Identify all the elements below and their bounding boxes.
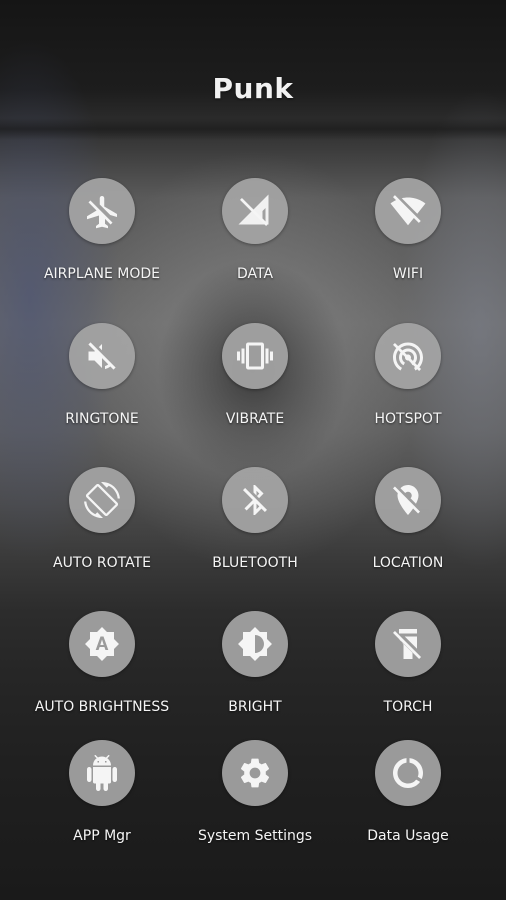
toggle-label: AIRPLANE MODE	[43, 266, 161, 282]
shortcut-app-manager[interactable]: APP Mgr	[18, 740, 186, 844]
toggle-label: System Settings	[197, 828, 313, 844]
toggle-label: HOTSPOT	[374, 411, 442, 427]
android-icon	[69, 740, 135, 806]
toggle-label: BLUETOOTH	[212, 555, 298, 571]
volume-off-icon	[69, 323, 135, 389]
toggle-label: Data Usage	[367, 828, 449, 844]
toggle-auto-rotate[interactable]: AUTO ROTATE	[18, 467, 186, 571]
hotspot-off-icon	[375, 323, 441, 389]
toggle-grid: AIRPLANE MODE DATA WIFI RINGTONE VIBRATE…	[0, 0, 506, 900]
toggle-data[interactable]: DATA	[171, 178, 339, 282]
toggle-label: DATA	[236, 266, 274, 282]
toggle-torch[interactable]: TORCH	[324, 611, 492, 715]
toggle-label: TORCH	[383, 699, 433, 715]
toggle-bright[interactable]: BRIGHT	[171, 611, 339, 715]
toggle-wifi[interactable]: WIFI	[324, 178, 492, 282]
gear-icon	[222, 740, 288, 806]
auto-brightness-icon	[69, 611, 135, 677]
mobile-data-off-icon	[222, 178, 288, 244]
toggle-label: APP Mgr	[73, 828, 131, 844]
toggle-label: BRIGHT	[228, 699, 282, 715]
toggle-auto-brightness[interactable]: AUTO BRIGHTNESS	[18, 611, 186, 715]
toggle-vibrate[interactable]: VIBRATE	[171, 323, 339, 427]
toggle-label: WIFI	[392, 266, 424, 282]
toggle-location[interactable]: LOCATION	[324, 467, 492, 571]
bluetooth-off-icon	[222, 467, 288, 533]
location-off-icon	[375, 467, 441, 533]
toggle-label: VIBRATE	[225, 411, 285, 427]
toggle-label: LOCATION	[372, 555, 444, 571]
auto-rotate-icon	[69, 467, 135, 533]
shortcut-system-settings[interactable]: System Settings	[171, 740, 339, 844]
toggle-label: AUTO ROTATE	[53, 555, 151, 571]
shortcut-data-usage[interactable]: Data Usage	[324, 740, 492, 844]
toggle-label: RINGTONE	[65, 411, 139, 427]
torch-off-icon	[375, 611, 441, 677]
brightness-icon	[222, 611, 288, 677]
toggle-airplane-mode[interactable]: AIRPLANE MODE	[18, 178, 186, 282]
data-usage-icon	[375, 740, 441, 806]
toggle-ringtone[interactable]: RINGTONE	[18, 323, 186, 427]
airplane-off-icon	[69, 178, 135, 244]
toggle-hotspot[interactable]: HOTSPOT	[324, 323, 492, 427]
toggle-label: AUTO BRIGHTNESS	[34, 699, 170, 715]
wifi-off-icon	[375, 178, 441, 244]
toggle-bluetooth[interactable]: BLUETOOTH	[171, 467, 339, 571]
vibrate-icon	[222, 323, 288, 389]
